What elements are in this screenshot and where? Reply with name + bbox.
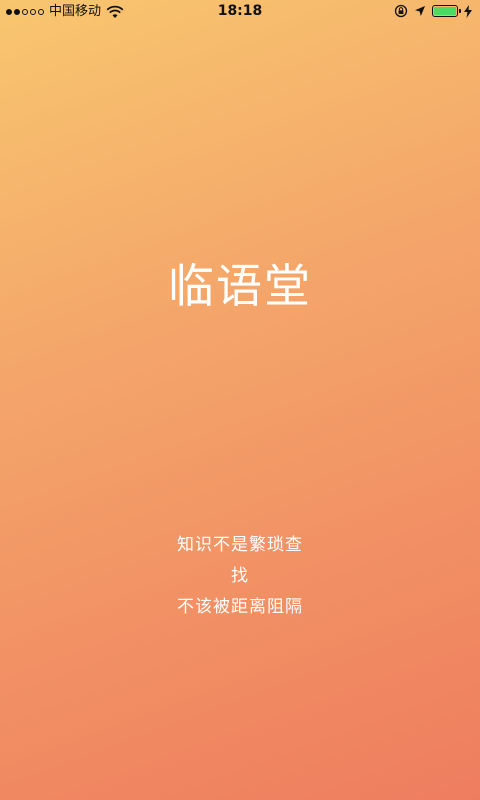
battery-level [434, 7, 456, 15]
location-arrow-icon [415, 6, 425, 16]
tagline: 知识不是繁琐查 找 不该被距离阻隔 [0, 530, 480, 623]
status-bar: 中国移动 18:18 [0, 0, 480, 24]
tagline-line: 不该被距离阻隔 [177, 597, 303, 617]
tagline-line: 知识不是繁琐查 [177, 535, 303, 555]
app-title: 临语堂 [168, 259, 312, 313]
tagline-line: 找 [231, 566, 249, 586]
status-bar-right [394, 4, 472, 18]
rotation-lock-icon [394, 4, 408, 18]
battery-icon [432, 5, 461, 17]
charging-bolt-icon [464, 4, 472, 18]
